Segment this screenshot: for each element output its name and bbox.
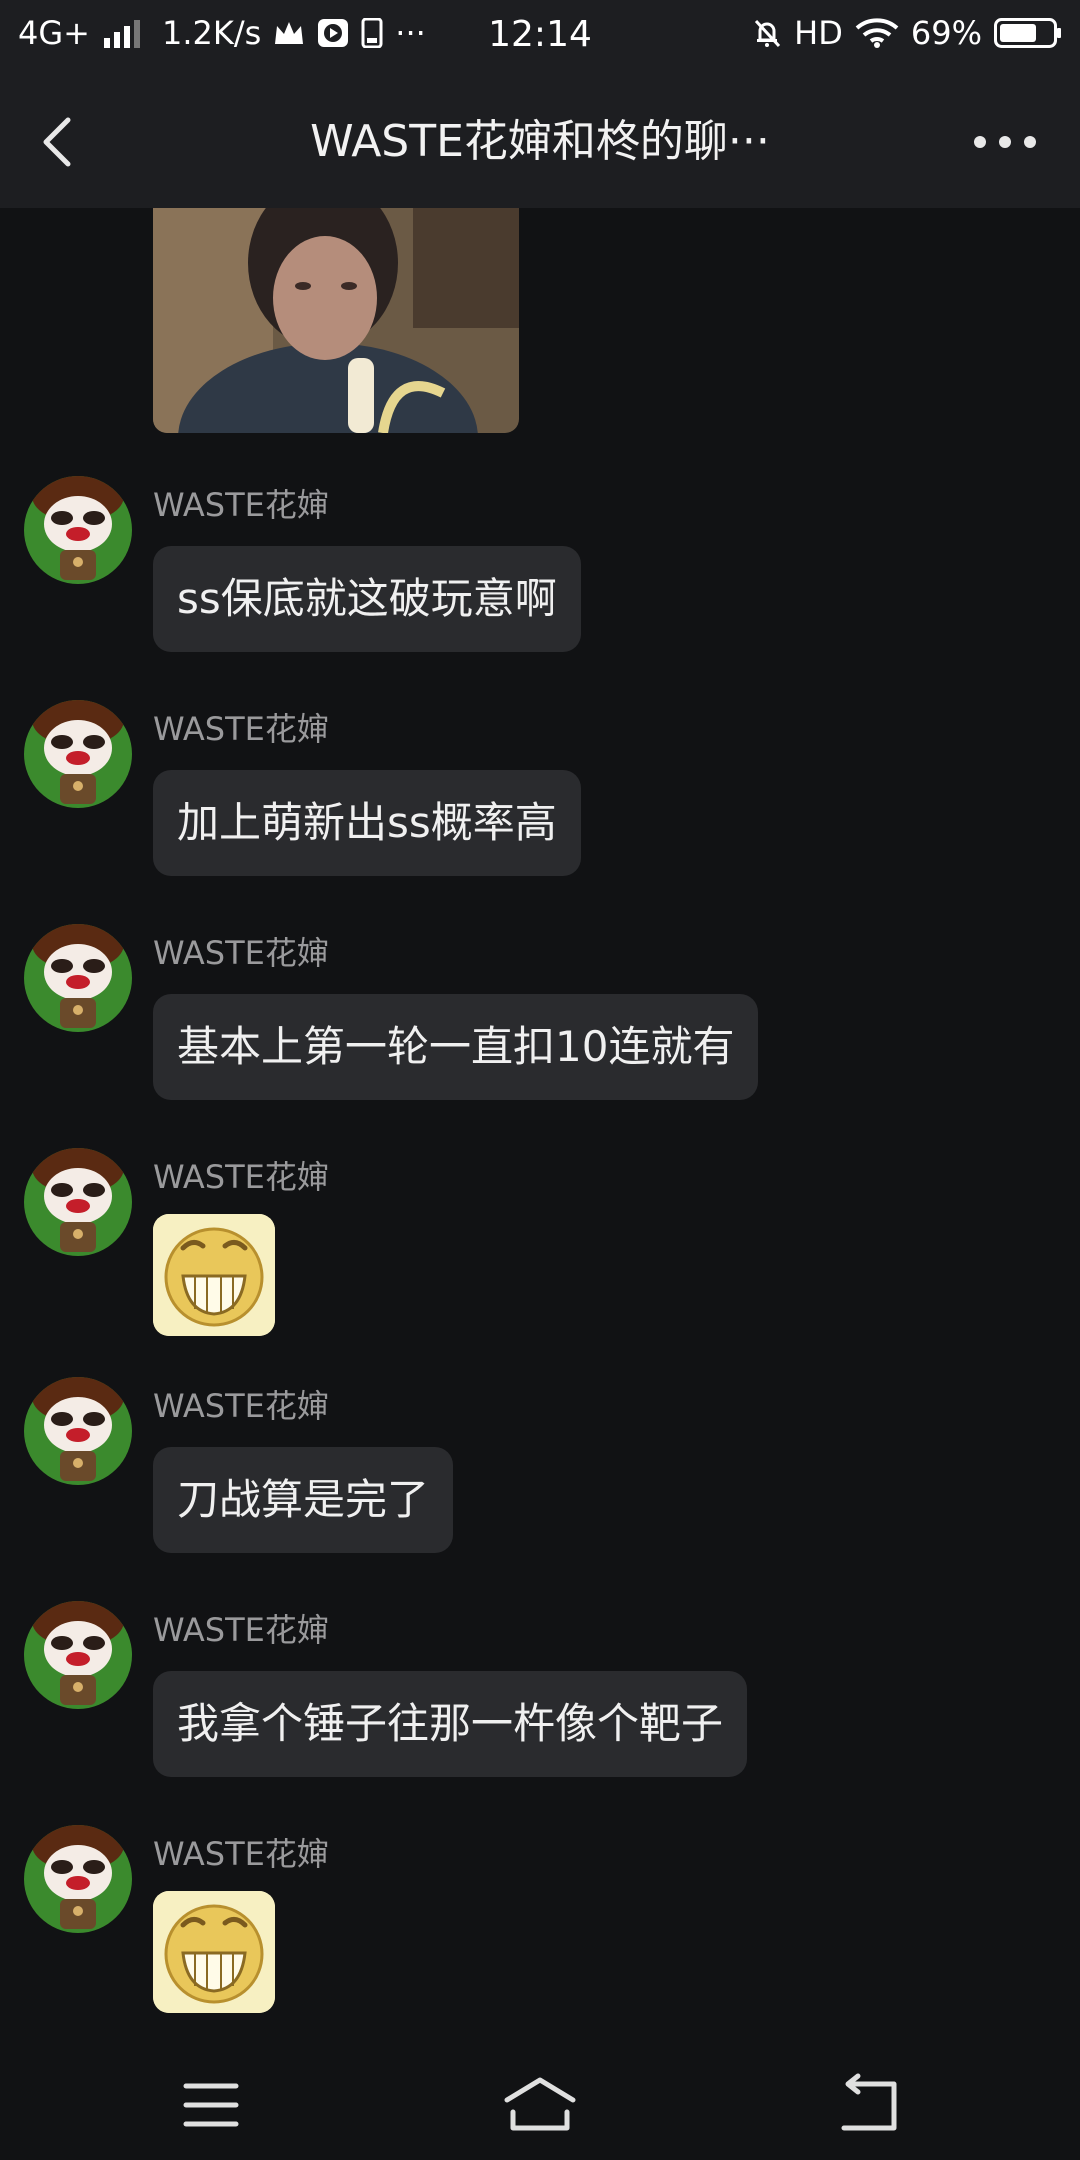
avatar[interactable] xyxy=(24,1148,132,1256)
message-bubble[interactable]: ss保底就这破玩意啊 xyxy=(153,546,581,652)
battery-icon xyxy=(994,18,1061,48)
avatar[interactable] xyxy=(24,924,132,1032)
avatar-image xyxy=(24,1825,132,1933)
hd-label: HD xyxy=(794,14,843,52)
menu-icon[interactable] xyxy=(166,2070,256,2140)
grin-emoji-icon xyxy=(153,1214,275,1336)
more-dots-icon[interactable] xyxy=(970,112,1040,172)
message-bubble[interactable]: 加上萌新出ss概率高 xyxy=(153,770,581,876)
battery-percent: 69% xyxy=(910,14,982,52)
back-arrow-icon[interactable] xyxy=(824,2070,914,2140)
back-chevron-icon[interactable] xyxy=(30,112,90,172)
chat-title: WASTE花婶和柊的聊··· xyxy=(310,116,770,167)
avatar-image xyxy=(24,1601,132,1709)
avatar-image xyxy=(24,700,132,808)
avatar-image xyxy=(24,1377,132,1485)
avatar[interactable] xyxy=(24,1377,132,1485)
message-bubble[interactable]: 刀战算是完了 xyxy=(153,1447,454,1553)
sender-name: WASTE花婶 xyxy=(153,1387,329,1425)
status-right: HD 69% xyxy=(752,14,1062,52)
system-nav-bar xyxy=(0,2048,1080,2160)
home-icon[interactable] xyxy=(495,2070,585,2140)
photo-thumbnail xyxy=(153,208,519,433)
avatar[interactable] xyxy=(24,1825,132,1933)
sender-name: WASTE花婶 xyxy=(153,934,329,972)
sender-name: WASTE花婶 xyxy=(153,1611,329,1649)
grin-emoji-icon xyxy=(153,1891,275,2013)
wifi-icon xyxy=(855,18,899,48)
avatar[interactable] xyxy=(24,476,132,584)
avatar-image xyxy=(24,1148,132,1256)
message-bubble[interactable]: 基本上第一轮一直扣10连就有 xyxy=(153,994,759,1100)
sender-name: WASTE花婶 xyxy=(153,1158,329,1196)
sender-name: WASTE花婶 xyxy=(153,1835,329,1873)
avatar[interactable] xyxy=(24,700,132,808)
sticker-message[interactable] xyxy=(153,1891,275,2013)
message-list[interactable]: WASTE花婶 ss保底就这破玩意啊 WASTE花婶 加上萌新出ss概率高 WA xyxy=(0,208,1080,2048)
image-message[interactable] xyxy=(153,208,519,433)
sticker-message[interactable] xyxy=(153,1214,275,1336)
chat-header: WASTE花婶和柊的聊··· xyxy=(0,74,1080,208)
sender-name: WASTE花婶 xyxy=(153,486,329,524)
avatar-image xyxy=(24,476,132,584)
status-bar: 4G+ 1.2K/s ··· 12:14 HD 69% xyxy=(0,0,1080,74)
avatar[interactable] xyxy=(24,1601,132,1709)
message-bubble[interactable]: 我拿个锤子往那一杵像个靶子 xyxy=(153,1671,748,1777)
avatar-image xyxy=(24,924,132,1032)
mute-bell-icon xyxy=(755,19,781,48)
sender-name: WASTE花婶 xyxy=(153,710,329,748)
